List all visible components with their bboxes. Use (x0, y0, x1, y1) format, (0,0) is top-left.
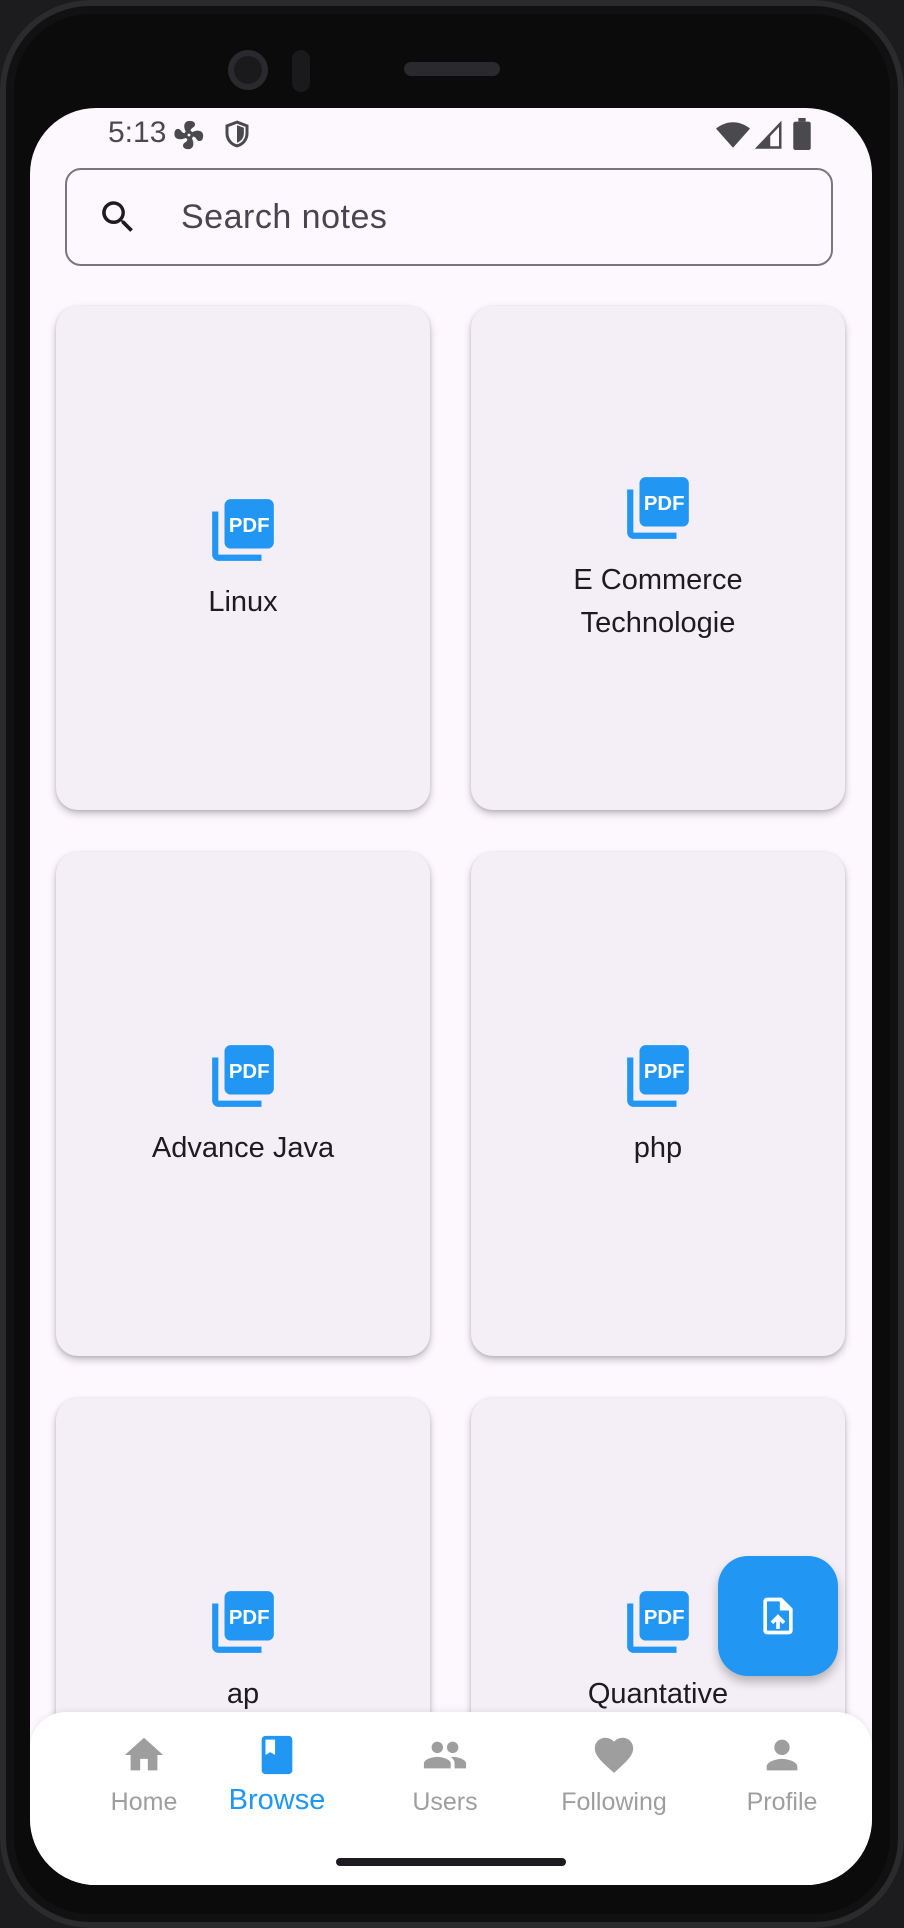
nav-users[interactable]: Users (370, 1732, 520, 1817)
pdf-icon: PDF (212, 1044, 274, 1107)
note-title: ap (226, 1677, 260, 1710)
nav-label: Browse (228, 1784, 326, 1816)
note-title: php (633, 1131, 683, 1164)
nav-label: Following (561, 1788, 667, 1816)
nav-label: Users (412, 1788, 478, 1816)
front-camera (228, 50, 268, 90)
earpiece-speaker (404, 62, 500, 76)
nav-label: Profile (746, 1788, 818, 1816)
upload-file-icon (763, 1597, 793, 1635)
note-title: Advance Java (151, 1131, 335, 1164)
svg-text:PDF: PDF (229, 1060, 270, 1082)
nav-label: Home (110, 1788, 178, 1816)
person-icon (766, 1739, 798, 1771)
pdf-icon: PDF (627, 477, 689, 539)
nav-following[interactable]: Following (539, 1732, 689, 1817)
heart-icon (594, 1737, 634, 1773)
note-title: Linux (208, 585, 278, 618)
svg-text:PDF: PDF (229, 514, 270, 536)
note-card-linux[interactable]: PDF Linux (56, 306, 430, 810)
pdf-icon: PDF (627, 1044, 689, 1107)
nav-profile[interactable]: Profile (707, 1732, 857, 1817)
users-icon (423, 1741, 467, 1769)
home-indicator[interactable] (336, 1858, 566, 1866)
svg-text:PDF: PDF (229, 1606, 270, 1628)
home-icon (124, 1737, 164, 1771)
pdf-icon: PDF (627, 1590, 689, 1653)
nav-home[interactable]: Home (69, 1732, 219, 1817)
book-icon (261, 1735, 293, 1775)
upload-note-button[interactable] (718, 1556, 838, 1676)
note-card-php[interactable]: PDF php (471, 852, 845, 1356)
note-card-advance-java[interactable]: PDF Advance Java (56, 852, 430, 1356)
phone-frame: 5:13 Search notes PDF Linux PDF E Commer… (0, 0, 904, 1928)
note-card-e-commerce[interactable]: PDF E Commerce Technologie (471, 306, 845, 810)
svg-text:PDF: PDF (644, 493, 685, 515)
nav-browse[interactable]: Browse (202, 1732, 352, 1817)
pdf-icon: PDF (212, 498, 274, 561)
pdf-icon: PDF (212, 1590, 274, 1653)
svg-text:PDF: PDF (644, 1606, 685, 1628)
note-title: E Commerce Technologie (573, 564, 743, 639)
app-screen: 5:13 Search notes PDF Linux PDF E Commer… (30, 108, 872, 1885)
svg-text:PDF: PDF (644, 1060, 685, 1082)
note-title: Quantative (587, 1677, 729, 1710)
proximity-sensor (292, 50, 310, 92)
